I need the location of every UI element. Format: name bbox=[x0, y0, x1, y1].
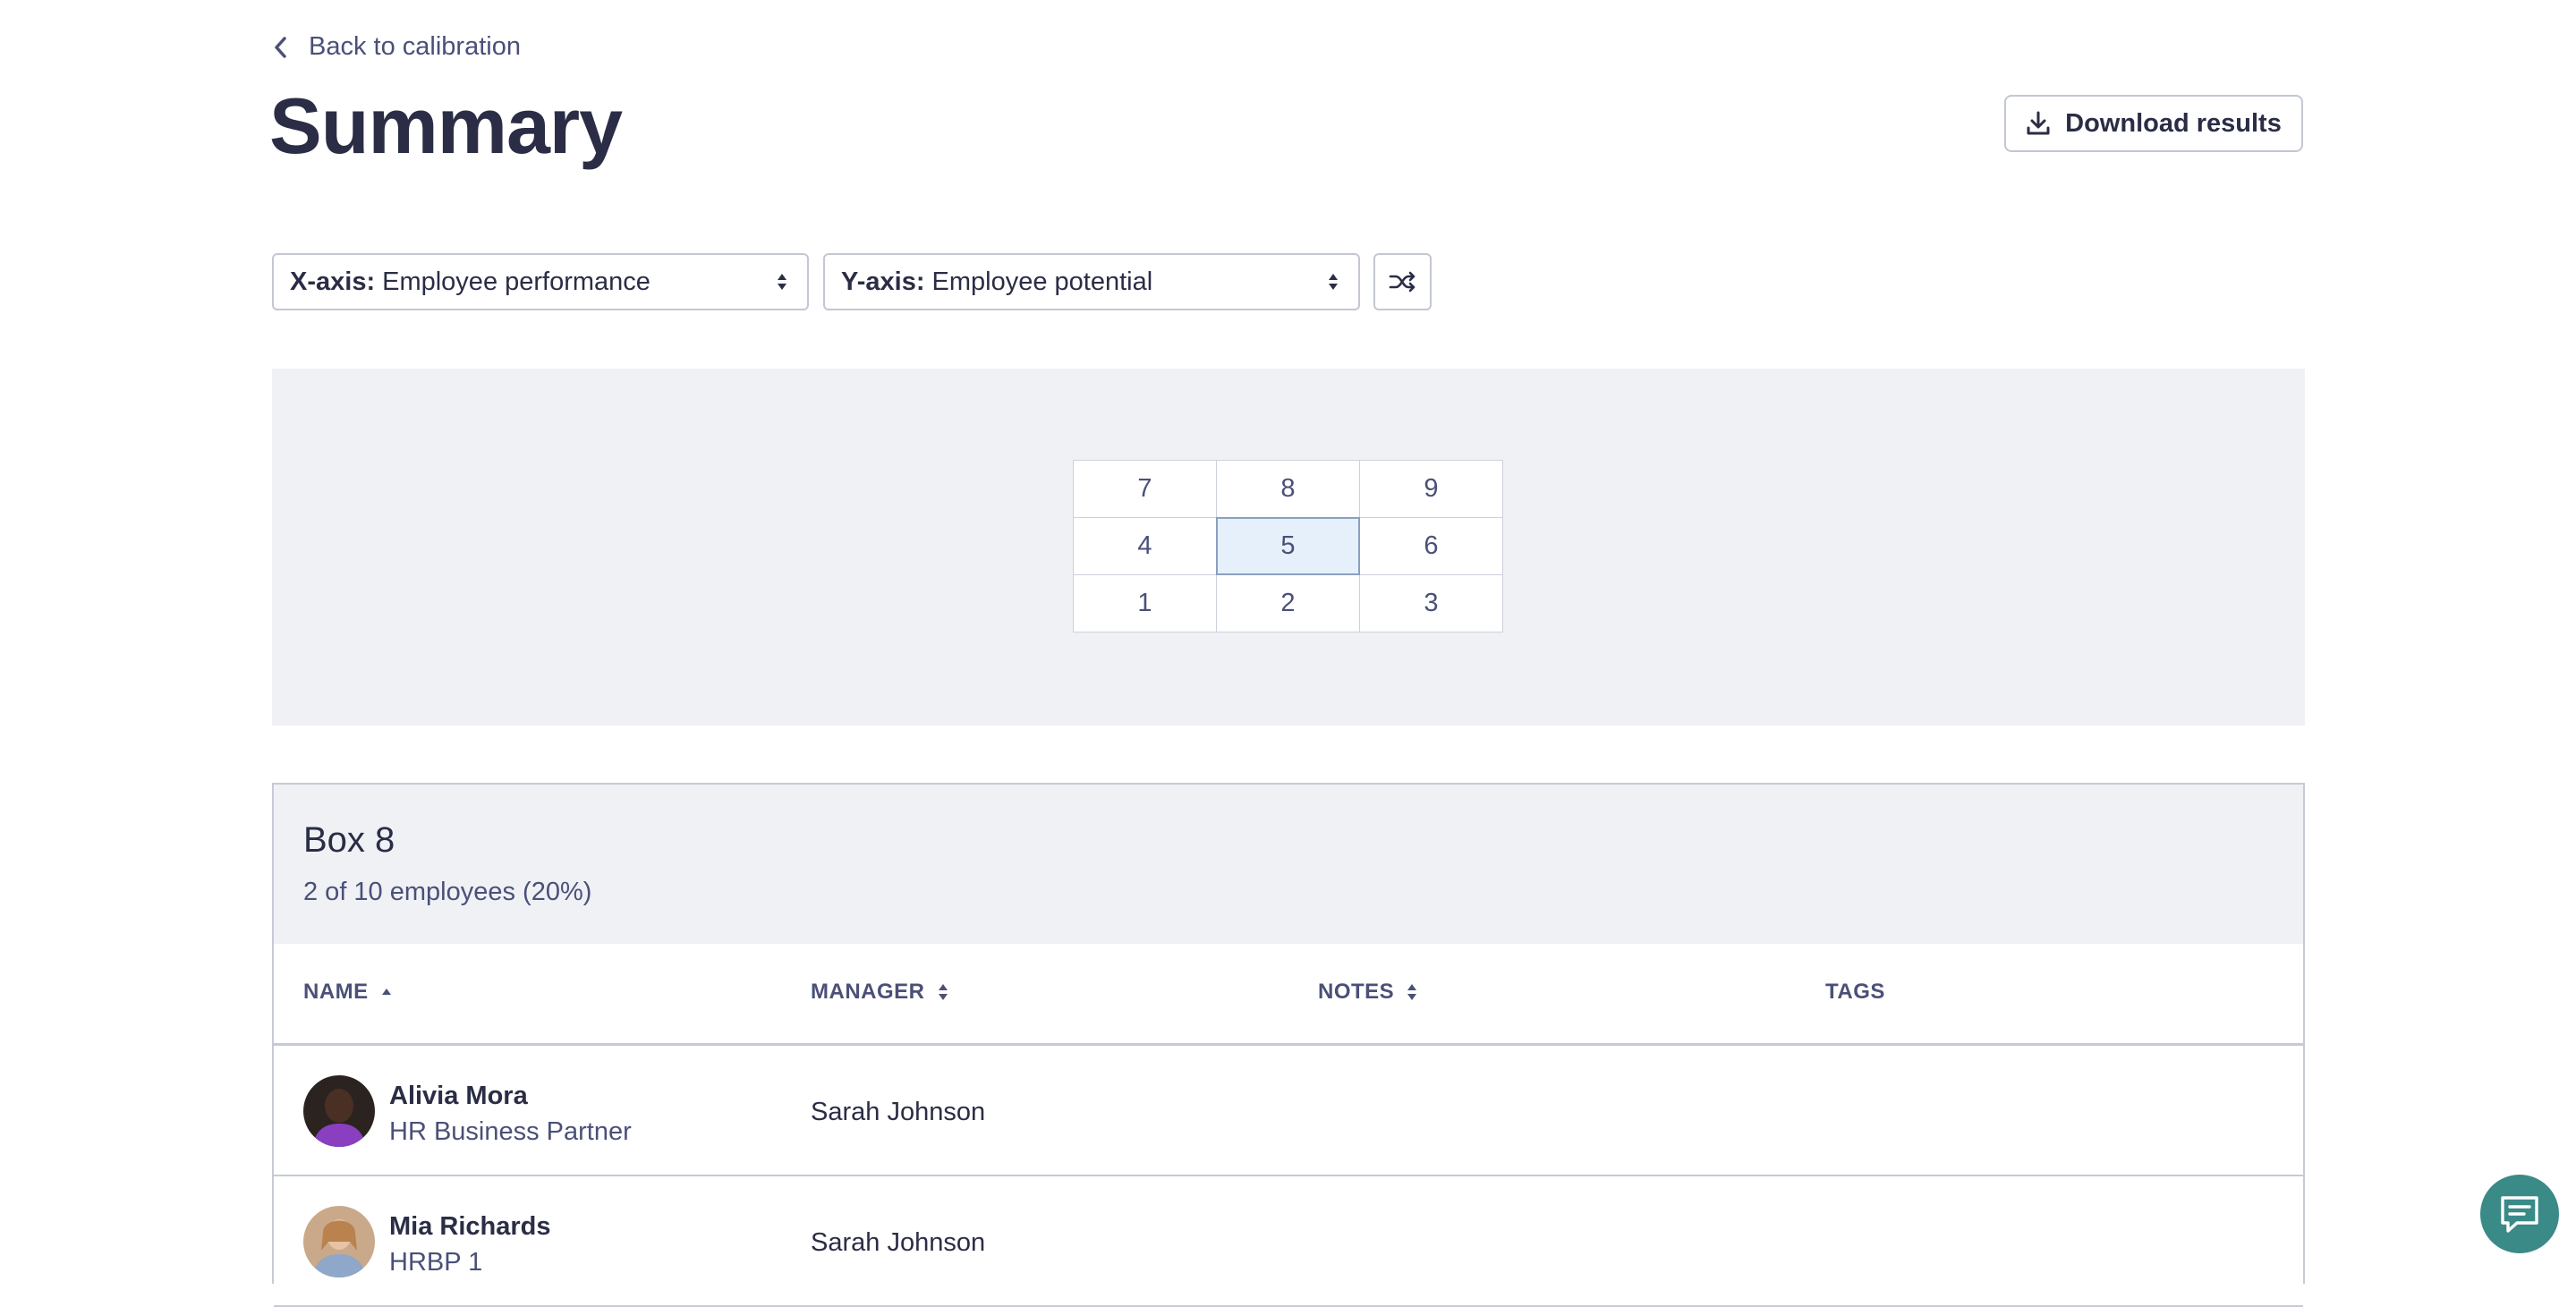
column-header-manager[interactable]: MANAGER bbox=[811, 980, 948, 1005]
table-row[interactable]: Alivia Mora HR Business Partner Sarah Jo… bbox=[274, 1046, 2303, 1176]
nine-box-panel: 7 8 9 4 5 6 1 2 3 bbox=[272, 369, 2305, 726]
y-axis-value: Employee potential bbox=[931, 267, 1153, 296]
employee-name[interactable]: Mia Richards bbox=[389, 1212, 551, 1242]
box-header: Box 8 2 of 10 employees (20%) bbox=[274, 785, 2303, 944]
employee-manager: Sarah Johnson bbox=[811, 1098, 986, 1126]
employee-manager: Sarah Johnson bbox=[811, 1228, 986, 1257]
employee-role: HRBP 1 bbox=[389, 1248, 483, 1277]
grid-cell-8[interactable]: 8 bbox=[1216, 460, 1360, 518]
box-title: Box 8 bbox=[303, 820, 395, 860]
page-title: Summary bbox=[269, 81, 623, 170]
back-to-calibration-link[interactable]: Back to calibration bbox=[271, 32, 521, 62]
x-axis-select[interactable]: X-axis: Employee performance bbox=[272, 253, 809, 310]
avatar bbox=[303, 1075, 375, 1147]
back-link-label: Back to calibration bbox=[309, 32, 521, 61]
column-header-name[interactable]: NAME bbox=[303, 980, 392, 1005]
grid-cell-2[interactable]: 2 bbox=[1216, 574, 1360, 632]
grid-cell-3[interactable]: 3 bbox=[1359, 574, 1503, 632]
y-axis-label: Y-axis: bbox=[841, 267, 925, 296]
y-axis-select[interactable]: Y-axis: Employee potential bbox=[823, 253, 1360, 310]
column-header-notes-label: NOTES bbox=[1318, 980, 1395, 1004]
column-header-tags: TAGS bbox=[1825, 980, 1885, 1005]
column-header-tags-label: TAGS bbox=[1825, 980, 1885, 1004]
download-results-label: Download results bbox=[2065, 108, 2282, 138]
shuffle-icon bbox=[1389, 271, 1415, 293]
box-details-card: Box 8 2 of 10 employees (20%) NAME MANAG… bbox=[272, 783, 2305, 1307]
nine-box-grid: 7 8 9 4 5 6 1 2 3 bbox=[1073, 460, 1503, 632]
grid-cell-1[interactable]: 1 bbox=[1073, 574, 1217, 632]
employee-role: HR Business Partner bbox=[389, 1117, 632, 1146]
employee-name[interactable]: Alivia Mora bbox=[389, 1082, 528, 1111]
box-employee-count: 2 of 10 employees (20%) bbox=[303, 878, 592, 906]
grid-cell-9[interactable]: 9 bbox=[1359, 460, 1503, 518]
column-header-name-label: NAME bbox=[303, 980, 369, 1004]
x-axis-value: Employee performance bbox=[382, 267, 650, 296]
chat-support-button[interactable] bbox=[2480, 1175, 2559, 1253]
sort-icon bbox=[1407, 984, 1417, 1000]
select-caret-icon bbox=[1329, 274, 1338, 290]
select-caret-icon bbox=[778, 274, 786, 290]
swap-axes-button[interactable] bbox=[1373, 253, 1432, 310]
download-results-button[interactable]: Download results bbox=[2004, 95, 2303, 152]
chat-icon bbox=[2501, 1196, 2538, 1233]
grid-cell-4[interactable]: 4 bbox=[1073, 517, 1217, 575]
x-axis-label: X-axis: bbox=[290, 267, 376, 296]
grid-cell-7[interactable]: 7 bbox=[1073, 460, 1217, 518]
grid-cell-6[interactable]: 6 bbox=[1359, 517, 1503, 575]
column-header-manager-label: MANAGER bbox=[811, 980, 925, 1004]
chevron-left-icon bbox=[275, 36, 286, 58]
avatar bbox=[303, 1206, 375, 1277]
sort-icon bbox=[938, 984, 948, 1000]
grid-cell-5[interactable]: 5 bbox=[1216, 517, 1360, 575]
table-row[interactable]: Mia Richards HRBP 1 Sarah Johnson bbox=[274, 1176, 2303, 1307]
download-icon bbox=[2027, 111, 2050, 135]
sort-ascending-icon bbox=[381, 989, 391, 995]
column-header-notes[interactable]: NOTES bbox=[1318, 980, 1417, 1005]
